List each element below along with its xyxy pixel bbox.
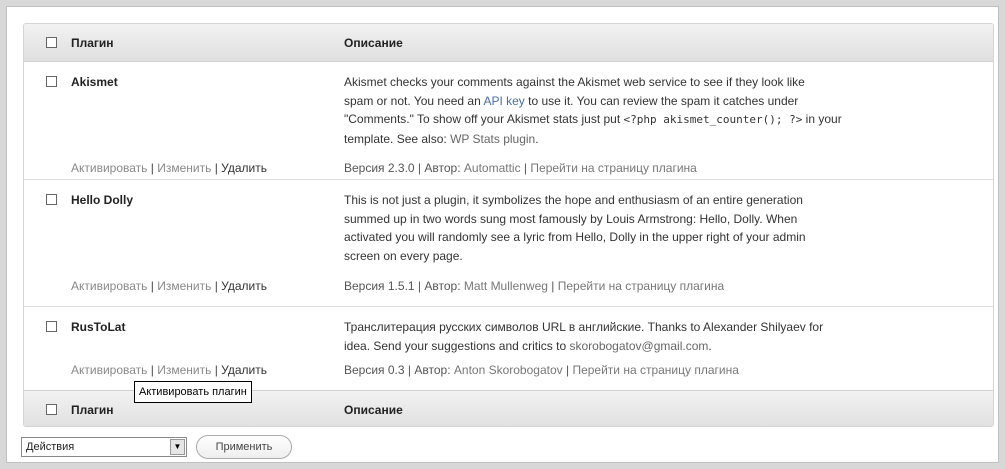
author-label: Автор: bbox=[424, 161, 461, 175]
plugin-name: Hello Dolly bbox=[71, 193, 134, 207]
plugin-name: Akismet bbox=[71, 75, 118, 89]
author-link[interactable]: Matt Mullenweg bbox=[464, 279, 548, 293]
activate-link[interactable]: Активировать bbox=[71, 161, 147, 175]
select-all-checkbox[interactable] bbox=[46, 37, 57, 48]
activate-link[interactable]: Активировать bbox=[71, 279, 147, 293]
row-actions: Активировать | Изменить | Удалить bbox=[71, 363, 267, 377]
column-plugin-header[interactable]: Плагин bbox=[71, 36, 114, 50]
wp-stats-link[interactable]: WP Stats plugin bbox=[450, 132, 535, 146]
plugin-checkbox[interactable] bbox=[46, 321, 57, 332]
description-text: Транслитерация русских символов URL в ан… bbox=[344, 320, 824, 334]
row-actions: Активировать | Изменить | Удалить bbox=[71, 161, 267, 175]
description-text: activated you will randomly see a lyric … bbox=[344, 230, 806, 244]
plugin-site-link[interactable]: Перейти на страницу плагина bbox=[558, 279, 724, 293]
apply-button[interactable]: Применить bbox=[196, 435, 292, 459]
description-text: This is not just a plugin, it symbolizes… bbox=[344, 193, 803, 207]
description-text: spam or not. You need an bbox=[344, 93, 484, 108]
email-link[interactable]: skorobogatov@gmail.com bbox=[569, 339, 708, 353]
chevron-down-icon[interactable]: ▼ bbox=[170, 439, 185, 455]
plugin-meta: Версия 0.3 | Автор: Anton Skorobogatov |… bbox=[344, 363, 739, 377]
row-actions: Активировать | Изменить | Удалить bbox=[71, 279, 267, 293]
description-text: in your bbox=[802, 112, 842, 126]
plugin-description: This is not just a plugin, it symbolizes… bbox=[344, 191, 964, 265]
description-text: . bbox=[708, 338, 712, 353]
plugin-name: RusToLat bbox=[71, 320, 126, 334]
delete-link[interactable]: Удалить bbox=[221, 363, 267, 377]
table-row: Akismet Akismet checks your comments aga… bbox=[24, 61, 993, 180]
plugin-description: Akismet checks your comments against the… bbox=[344, 73, 964, 148]
plugin-checkbox[interactable] bbox=[46, 76, 57, 87]
activate-link[interactable]: Активировать bbox=[71, 363, 147, 377]
plugin-meta: Версия 2.3.0 | Автор: Automattic | Перей… bbox=[344, 161, 697, 175]
bulk-actions-value: Действия bbox=[26, 441, 75, 453]
delete-link[interactable]: Удалить bbox=[221, 279, 267, 293]
description-text: to use it. You can review the spam it ca… bbox=[524, 93, 799, 108]
author-label: Автор: bbox=[424, 279, 461, 293]
plugins-panel: Плагин Описание Akismet Akismet checks y… bbox=[6, 6, 999, 463]
edit-link[interactable]: Изменить bbox=[157, 161, 211, 175]
description-text: . bbox=[535, 131, 539, 146]
column-description-footer[interactable]: Описание bbox=[344, 403, 403, 417]
edit-link[interactable]: Изменить bbox=[157, 363, 211, 377]
plugin-site-link[interactable]: Перейти на страницу плагина bbox=[572, 363, 738, 377]
column-plugin-footer[interactable]: Плагин bbox=[71, 403, 114, 417]
activate-plugin-tooltip: Активировать плагин bbox=[134, 381, 252, 403]
author-link[interactable]: Anton Skorobogatov bbox=[454, 363, 563, 377]
description-text: template. See also: bbox=[344, 131, 451, 146]
table-row: Hello Dolly This is not just a plugin, i… bbox=[24, 179, 993, 307]
plugin-version: Версия 0.3 bbox=[344, 363, 405, 377]
author-label: Автор: bbox=[414, 363, 451, 377]
edit-link[interactable]: Изменить bbox=[157, 279, 211, 293]
bulk-actions-select[interactable]: Действия ▼ bbox=[21, 437, 187, 457]
select-all-checkbox-bottom[interactable] bbox=[46, 404, 57, 415]
description-text: screen on every page. bbox=[344, 248, 463, 263]
plugin-meta: Версия 1.5.1 | Автор: Matt Mullenweg | П… bbox=[344, 279, 725, 293]
plugin-version: Версия 1.5.1 bbox=[344, 279, 415, 293]
description-text: idea. Send your suggestions and critics … bbox=[344, 338, 570, 353]
description-text: summed up in two words sung most famousl… bbox=[344, 211, 798, 226]
delete-link[interactable]: Удалить bbox=[221, 161, 267, 175]
plugin-site-link[interactable]: Перейти на страницу плагина bbox=[530, 161, 696, 175]
table-row: RusToLat Транслитерация русских символов… bbox=[24, 306, 993, 390]
plugin-version: Версия 2.3.0 bbox=[344, 161, 415, 175]
table-header: Плагин Описание bbox=[24, 24, 993, 62]
plugins-table: Плагин Описание Akismet Akismet checks y… bbox=[23, 23, 994, 427]
description-text: "Comments." To show off your Akismet sta… bbox=[344, 112, 624, 126]
akismet-code: <?php akismet_counter(); ?> bbox=[623, 113, 803, 126]
plugin-description: Транслитерация русских символов URL в ан… bbox=[344, 318, 964, 355]
api-key-link[interactable]: API key bbox=[483, 94, 524, 108]
description-text: Akismet checks your comments against the… bbox=[344, 75, 805, 89]
column-description-header[interactable]: Описание bbox=[344, 36, 403, 50]
author-link[interactable]: Automattic bbox=[464, 161, 521, 175]
plugin-checkbox[interactable] bbox=[46, 194, 57, 205]
